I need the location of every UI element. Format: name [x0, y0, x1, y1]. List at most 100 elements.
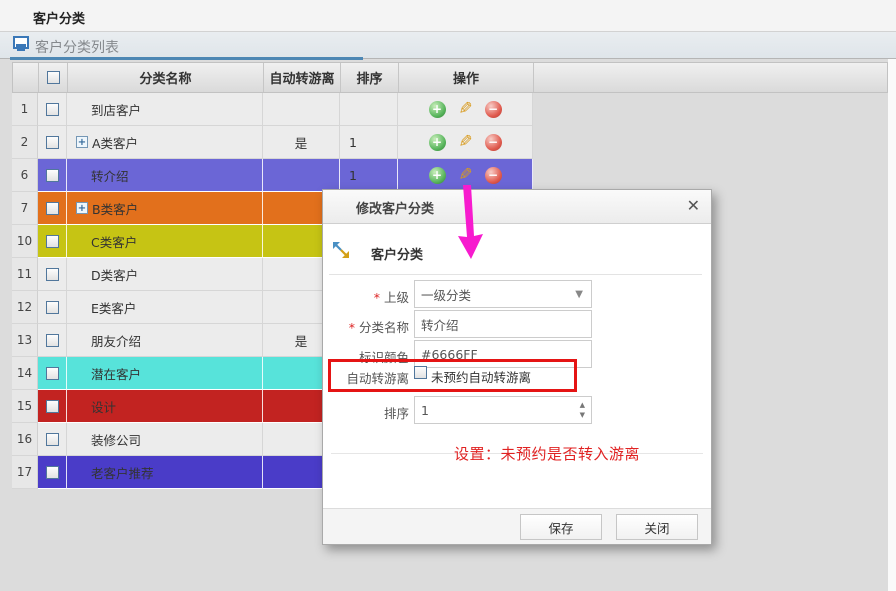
top-tab-bar: 客户分类: [0, 0, 896, 32]
auto-transfer-option-label: 未预约自动转游离: [431, 367, 531, 386]
category-name-cell: 朋友介绍: [67, 324, 263, 357]
category-name-cell: C类客户: [67, 225, 263, 258]
tab-customer-category[interactable]: 客户分类: [33, 8, 85, 27]
category-name-label: D类客户: [91, 265, 138, 284]
expand-icon[interactable]: +: [76, 202, 88, 214]
row-checkbox[interactable]: [46, 433, 59, 446]
close-icon[interactable]: ✕: [687, 196, 700, 215]
add-icon[interactable]: +: [429, 134, 446, 151]
category-name-label: A类客户: [92, 133, 138, 152]
add-icon[interactable]: +: [429, 167, 446, 184]
app-window: 客户分类 客户分类列表 分类名称 自动转游离 排序 操作 1到店客户+✎−2+A…: [0, 0, 896, 591]
row-number-cell: 1: [12, 93, 38, 126]
section-arrows-icon: [332, 241, 350, 259]
row-number-cell: 6: [12, 159, 38, 192]
sort-cell: [340, 93, 398, 126]
expand-icon[interactable]: +: [76, 136, 88, 148]
row-number-cell: 14: [12, 357, 38, 390]
row-number-cell: 7: [12, 192, 38, 225]
dialog-titlebar: 修改客户分类 ✕: [323, 190, 711, 224]
row-checkbox-cell: [38, 126, 67, 159]
field-auto-transfer: 自动转游离 未预约自动转游离: [323, 364, 711, 386]
row-checkbox[interactable]: [46, 103, 59, 116]
edit-pencil-icon[interactable]: ✎: [457, 101, 474, 118]
header-filler: [534, 63, 887, 92]
delete-icon[interactable]: −: [485, 134, 502, 151]
save-button[interactable]: 保存: [520, 514, 602, 540]
add-icon[interactable]: +: [429, 101, 446, 118]
row-checkbox-cell: [38, 258, 67, 291]
category-name-input[interactable]: [414, 310, 592, 338]
category-name-cell: E类客户: [67, 291, 263, 324]
table-row: 2+A类客户是1+✎−: [12, 126, 533, 159]
name-label: 分类名称: [323, 317, 409, 336]
category-name-cell: +B类客户: [67, 192, 263, 225]
sort-value: 1: [421, 403, 429, 418]
auto-transfer-cell: [263, 93, 340, 126]
row-number-cell: 17: [12, 456, 38, 489]
parent-select-value: 一级分类: [421, 285, 471, 304]
select-all-checkbox[interactable]: [47, 71, 60, 84]
edit-pencil-icon[interactable]: ✎: [457, 167, 474, 184]
auto-transfer-label: 自动转游离: [323, 368, 409, 387]
dialog-title: 修改客户分类: [356, 198, 434, 217]
parent-label: 上级: [323, 287, 409, 306]
delete-icon[interactable]: −: [485, 167, 502, 184]
category-name-cell: 设计: [67, 390, 263, 423]
row-checkbox-cell: [38, 93, 67, 126]
category-name-cell: 老客户推荐: [67, 456, 263, 489]
row-number-cell: 10: [12, 225, 38, 258]
sort-cell: 1: [340, 159, 398, 192]
table-row: 1 到店客户 + ✎−: [12, 93, 533, 126]
row-checkbox[interactable]: [46, 301, 59, 314]
row-checkbox-cell: [38, 291, 67, 324]
table-header: 分类名称 自动转游离 排序 操作: [12, 62, 888, 93]
category-name-label: 老客户推荐: [91, 463, 154, 482]
row-number-cell: 2: [12, 126, 38, 159]
header-select-all: [39, 63, 68, 92]
sort-spinner[interactable]: 1 ▲ ▼: [414, 396, 592, 424]
scrollbar-track[interactable]: [888, 59, 896, 591]
row-checkbox-cell: [38, 357, 67, 390]
header-row-number: [13, 63, 39, 92]
category-name-cell: 转介绍: [67, 159, 263, 192]
close-button[interactable]: 关闭: [616, 514, 698, 540]
row-checkbox[interactable]: [46, 400, 59, 413]
row-checkbox[interactable]: [46, 202, 59, 215]
row-checkbox-cell: [38, 324, 67, 357]
row-checkbox-cell: [38, 423, 67, 456]
row-checkbox[interactable]: [46, 334, 59, 347]
row-checkbox[interactable]: [46, 367, 59, 380]
category-name-label: 潜在客户: [91, 364, 141, 383]
row-checkbox-cell: [38, 456, 67, 489]
edit-pencil-icon[interactable]: ✎: [457, 134, 474, 151]
row-checkbox[interactable]: [46, 235, 59, 248]
row-checkbox-cell: [38, 225, 67, 258]
operations-cell: + ✎−: [398, 93, 533, 126]
panel-title: 客户分类列表: [35, 37, 119, 57]
row-checkbox[interactable]: [46, 268, 59, 281]
row-checkbox-cell: [38, 390, 67, 423]
row-number-cell: 13: [12, 324, 38, 357]
operations-cell: + ✎−: [398, 126, 533, 159]
field-name: 分类名称: [323, 310, 711, 338]
row-checkbox[interactable]: [46, 136, 59, 149]
category-name-cell: 潜在客户: [67, 357, 263, 390]
field-sort: 排序 1 ▲ ▼: [323, 396, 711, 424]
auto-transfer-checkbox[interactable]: [414, 366, 427, 379]
category-name-cell: 装修公司: [67, 423, 263, 456]
delete-icon[interactable]: −: [485, 101, 502, 118]
category-name-label: 转介绍: [91, 166, 129, 185]
spinner-up-icon[interactable]: ▲: [580, 402, 585, 409]
row-checkbox[interactable]: [46, 466, 59, 479]
sort-label: 排序: [323, 403, 409, 422]
panel-header: 客户分类列表: [0, 32, 896, 59]
spinner-down-icon[interactable]: ▼: [580, 412, 585, 419]
category-name-label: 朋友介绍: [91, 331, 141, 350]
dialog-section-title: 客户分类: [371, 244, 423, 263]
category-name-label: 到店客户: [91, 100, 141, 119]
header-sort: 排序: [341, 63, 399, 92]
list-panel-icon: [13, 36, 30, 53]
parent-select[interactable]: 一级分类 ▼: [414, 280, 592, 308]
row-checkbox[interactable]: [46, 169, 59, 182]
